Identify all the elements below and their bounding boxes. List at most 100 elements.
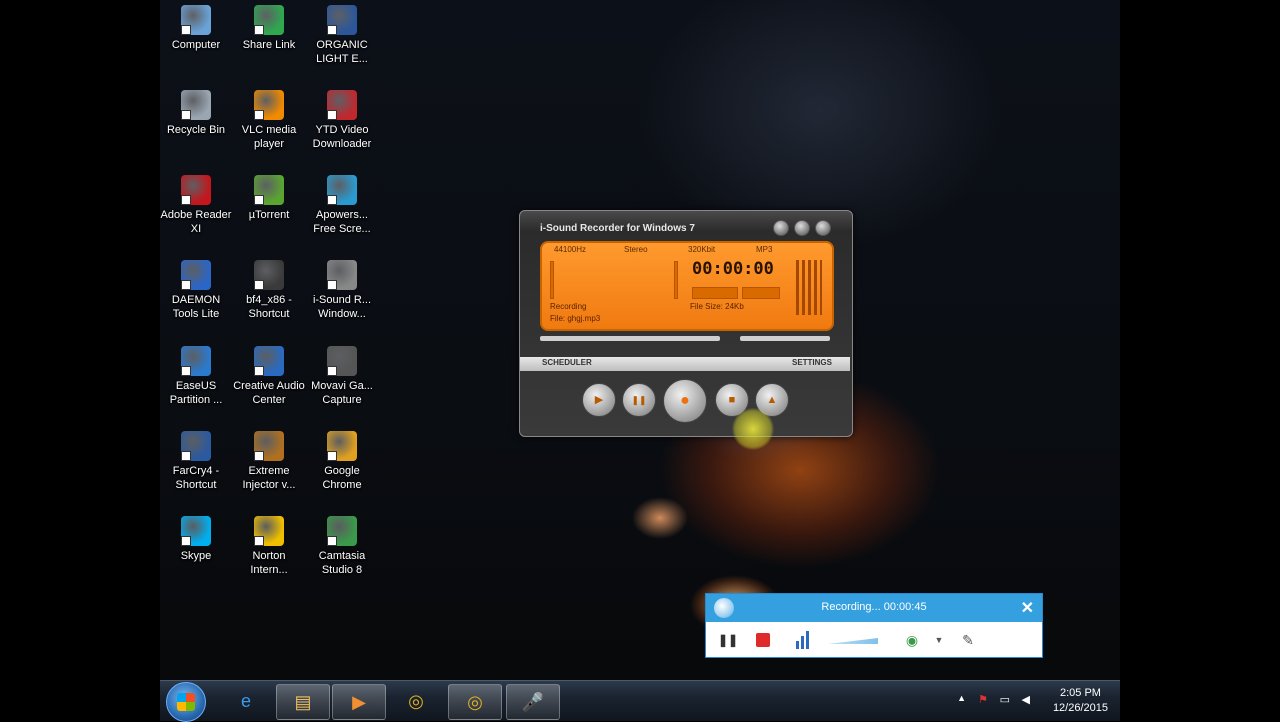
format: MP3 xyxy=(756,245,773,254)
desktop-icon-label: ORGANIC LIGHT E... xyxy=(316,39,368,65)
desktop-icon[interactable]: Adobe Reader XI xyxy=(160,175,232,236)
desktop-icon[interactable]: Norton Intern... xyxy=(233,516,305,577)
recorder-title: i-Sound Recorder for Windows 7 xyxy=(540,223,695,234)
desktop-icon-label: Adobe Reader XI xyxy=(160,209,232,235)
record-button[interactable]: ● xyxy=(663,379,707,423)
recorder-display: 44100Hz Stereo 320Kbit MP3 00:00:00 Reco… xyxy=(540,241,834,331)
show-hidden-icons-button[interactable]: ▲ xyxy=(957,693,966,703)
level-meter xyxy=(796,260,822,315)
desktop-icon-label: Computer xyxy=(171,39,221,51)
recording-status: Recording... 00:00:45 xyxy=(821,601,927,613)
desktop-icon-label: bf4_x86 - Shortcut xyxy=(246,294,292,320)
bf4-icon xyxy=(254,260,284,290)
display-segment xyxy=(692,287,738,299)
desktop-icon[interactable]: Apowers... Free Scre... xyxy=(306,175,378,236)
recording-status: Recording xyxy=(550,302,587,311)
desktop-icon[interactable]: Movavi Ga... Capture xyxy=(306,346,378,407)
apowersoft-icon xyxy=(327,175,357,205)
pen-icon[interactable]: ✎ xyxy=(958,630,978,650)
pause-icon[interactable]: ❚❚ xyxy=(718,630,738,650)
desktop-icon[interactable]: bf4_x86 - Shortcut xyxy=(233,260,305,321)
elapsed-time: 00:00:00 xyxy=(692,259,774,279)
desktop-icon[interactable]: Share Link xyxy=(233,5,305,52)
adobe-reader-icon xyxy=(181,175,211,205)
desktop-icon[interactable]: Recycle Bin xyxy=(160,90,232,137)
desktop-icon[interactable]: Camtasia Studio 8 xyxy=(306,516,378,577)
network-icon[interactable]: ▭ xyxy=(1000,693,1010,706)
display-segment xyxy=(742,287,780,299)
isound-recorder-window[interactable]: i-Sound Recorder for Windows 7 44100Hz S… xyxy=(519,210,853,437)
desktop-icon-label: Skype xyxy=(180,550,212,562)
desktop-icon[interactable]: µTorrent xyxy=(233,175,305,222)
volume-icon[interactable]: ◀ xyxy=(1022,693,1030,706)
file-name: File: ghgj.mp3 xyxy=(550,314,601,323)
desktop-icon-label: i-Sound R... Window... xyxy=(312,294,372,320)
bitrate: 320Kbit xyxy=(688,245,716,254)
media-player-icon[interactable]: ▶ xyxy=(332,684,386,720)
easeus-icon xyxy=(181,346,211,376)
desktop-icon[interactable]: Extreme Injector v... xyxy=(233,431,305,492)
chrome-icon xyxy=(327,431,357,461)
minimize-button[interactable] xyxy=(773,220,789,236)
sample-rate: 44100Hz xyxy=(554,245,587,254)
desktop-icon[interactable]: ORGANIC LIGHT E... xyxy=(306,5,378,66)
webcam-icon[interactable]: ◉ xyxy=(902,630,922,650)
desktop-icon-label: Creative Audio Center xyxy=(233,380,305,406)
desktop-icon[interactable]: Computer xyxy=(160,5,232,52)
share-link-icon xyxy=(254,5,284,35)
camtasia-header: Recording... 00:00:45 ✕ xyxy=(706,594,1042,622)
cursor-highlight xyxy=(732,408,774,450)
movavi-icon xyxy=(327,346,357,376)
desktop-icon-label: FarCry4 - Shortcut xyxy=(172,465,220,491)
action-center-icon[interactable]: ⚑ xyxy=(978,693,988,706)
chrome-icon[interactable]: ◎ xyxy=(390,684,442,718)
camtasia-recorder-toolbar[interactable]: Recording... 00:00:45 ✕ ❚❚ ◉ ▼ ✎ xyxy=(705,593,1043,658)
system-clock[interactable]: 2:05 PM 12/26/2015 xyxy=(1053,686,1108,716)
desktop-icon[interactable]: DAEMON Tools Lite xyxy=(160,260,232,321)
desktop-icon-label: EaseUS Partition ... xyxy=(169,380,223,406)
microphone-icon[interactable]: 🎤 xyxy=(506,684,560,720)
word-document-icon xyxy=(327,5,357,35)
utorrent-icon xyxy=(254,175,284,205)
dropdown-arrow-icon[interactable]: ▼ xyxy=(934,630,944,650)
play-button[interactable]: ▶ xyxy=(582,383,616,417)
desktop-icon[interactable]: FarCry4 - Shortcut xyxy=(160,431,232,492)
stop-icon[interactable] xyxy=(756,630,772,650)
position-slider[interactable] xyxy=(540,335,830,343)
injector-icon xyxy=(254,431,284,461)
scheduler-settings-bar: SCHEDULER SETTINGS xyxy=(520,357,850,371)
desktop-icon-label: Norton Intern... xyxy=(250,550,288,576)
desktop-icon[interactable]: Skype xyxy=(160,516,232,563)
pause-button[interactable]: ❚❚ xyxy=(622,383,656,417)
desktop-icon-label: Apowers... Free Scre... xyxy=(313,209,371,235)
close-button[interactable] xyxy=(815,220,831,236)
daemon-tools-icon xyxy=(181,260,211,290)
desktop-icon[interactable]: i-Sound R... Window... xyxy=(306,260,378,321)
desktop-icon[interactable]: Creative Audio Center xyxy=(233,346,305,407)
volume-slider[interactable] xyxy=(828,630,880,650)
start-button[interactable] xyxy=(166,682,206,722)
computer-icon xyxy=(181,5,211,35)
explorer-icon[interactable]: ▤ xyxy=(276,684,330,720)
settings-button[interactable]: SETTINGS xyxy=(792,358,832,367)
taskbar: e ▤ ▶ ◎ ◎ 🎤 ▲ ⚑ ▭ ◀ 2:05 PM 12/26/2015 xyxy=(160,680,1120,722)
norton-icon xyxy=(254,516,284,546)
clock-time: 2:05 PM xyxy=(1059,687,1101,699)
desktop-icon-label: Share Link xyxy=(242,39,296,51)
desktop-icon[interactable]: YTD Video Downloader xyxy=(306,90,378,151)
audio-level-icon[interactable] xyxy=(794,630,814,650)
vlc-icon xyxy=(254,90,284,120)
level-line xyxy=(674,261,678,299)
desktop-icon-label: µTorrent xyxy=(248,209,290,221)
chrome-icon[interactable]: ◎ xyxy=(448,684,502,720)
desktop-icon-label: Movavi Ga... Capture xyxy=(311,380,373,406)
desktop-icon[interactable]: Google Chrome xyxy=(306,431,378,492)
desktop-icon-label: Google Chrome xyxy=(322,465,362,491)
ie-icon[interactable]: e xyxy=(220,684,272,718)
desktop-icon[interactable]: VLC media player xyxy=(233,90,305,151)
scheduler-button[interactable]: SCHEDULER xyxy=(542,358,592,367)
close-button[interactable]: ✕ xyxy=(1021,598,1034,618)
desktop-icon[interactable]: EaseUS Partition ... xyxy=(160,346,232,407)
clock-date: 12/26/2015 xyxy=(1052,702,1108,714)
help-button[interactable] xyxy=(794,220,810,236)
